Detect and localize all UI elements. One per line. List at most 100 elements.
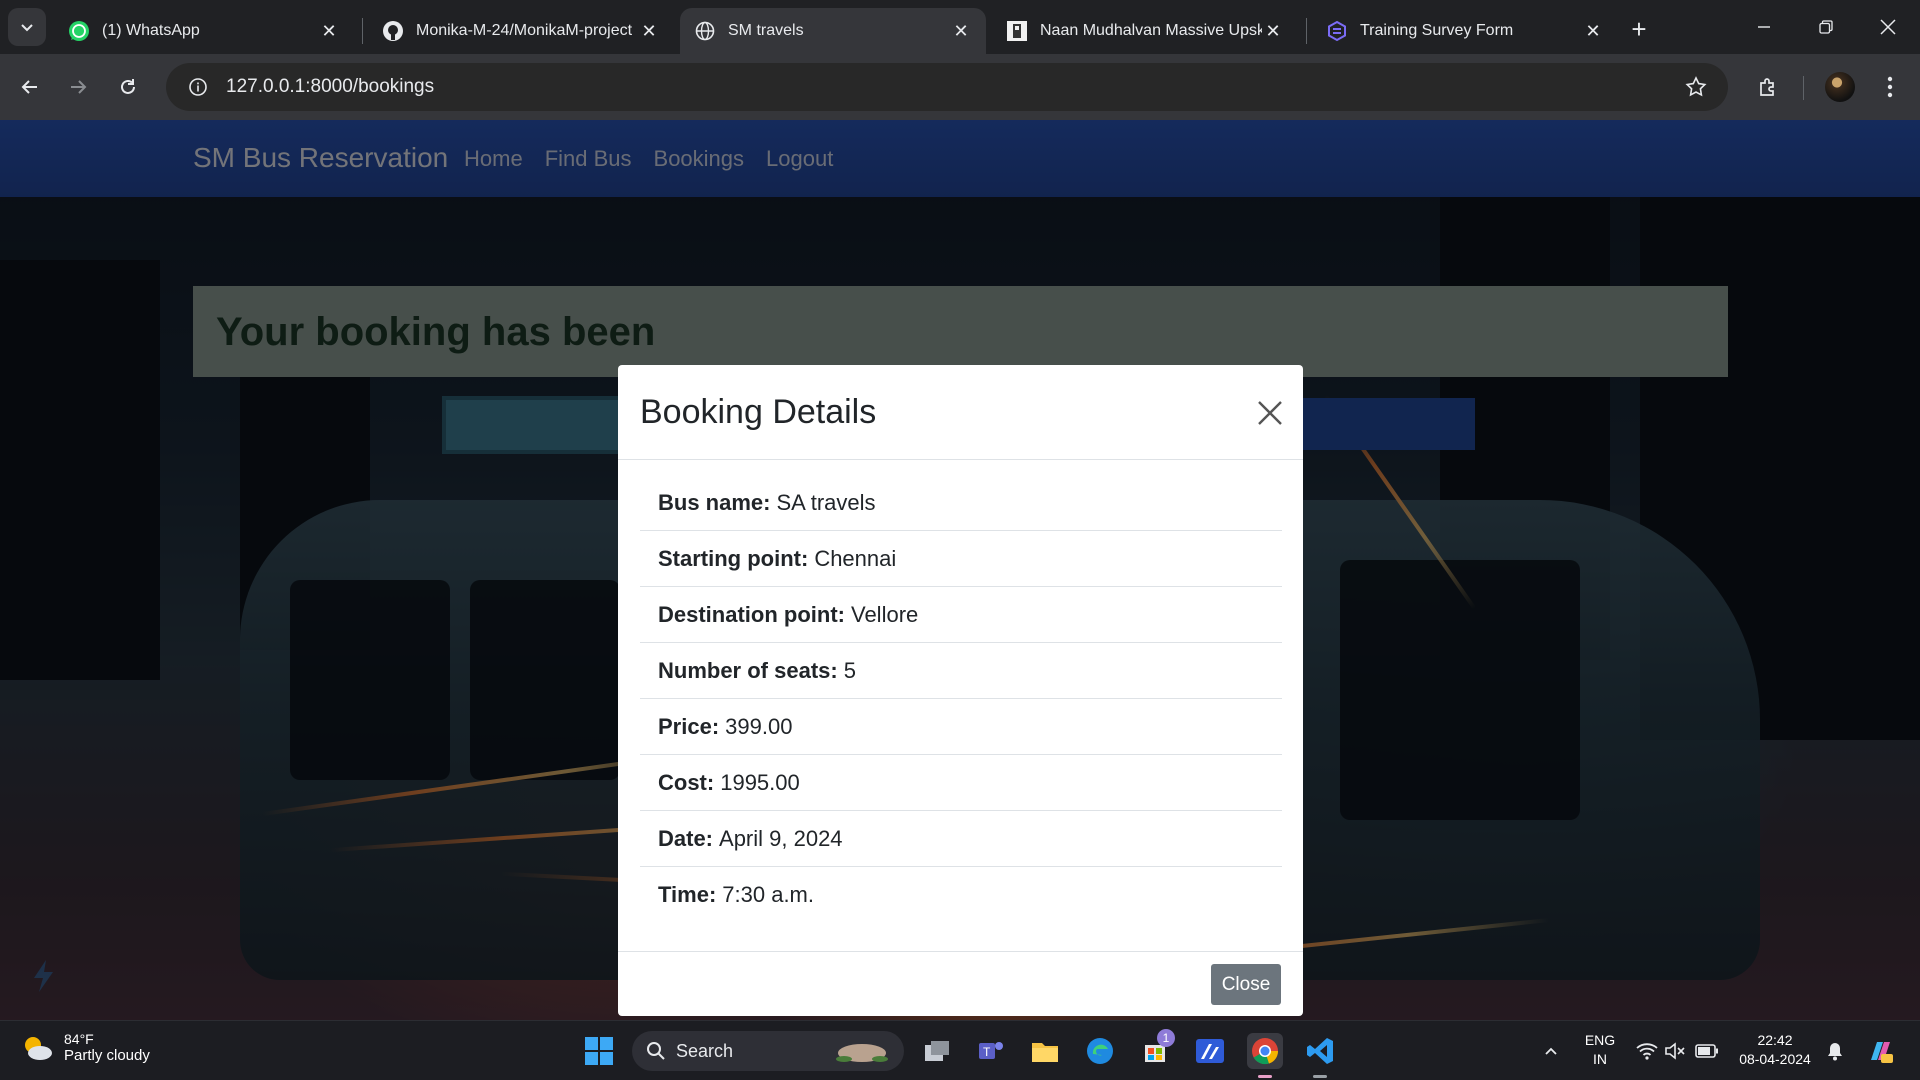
detail-label: Number of seats: bbox=[658, 657, 838, 683]
vscode-button[interactable] bbox=[1302, 1033, 1338, 1069]
tab-title: Naan Mudhalvan Massive Upski bbox=[1040, 22, 1262, 39]
close-icon[interactable]: ✕ bbox=[638, 20, 660, 42]
taskbar: 84°F Partly cloudy Search T 1 ENG IN 22:… bbox=[0, 1020, 1920, 1080]
close-icon bbox=[1880, 19, 1896, 35]
naan-mudhalvan-icon bbox=[1006, 20, 1028, 42]
edge-button[interactable] bbox=[1082, 1033, 1118, 1069]
weather-temp: 84°F bbox=[64, 1031, 94, 1047]
weather-widget[interactable]: 84°F Partly cloudy bbox=[20, 1031, 150, 1064]
detail-label: Starting point: bbox=[658, 545, 809, 571]
notification-bell-icon[interactable] bbox=[1820, 1033, 1850, 1069]
show-hidden-icons-button[interactable] bbox=[1536, 1033, 1566, 1069]
forward-button[interactable] bbox=[58, 67, 98, 107]
detail-price: Price: 399.00 bbox=[640, 699, 1282, 755]
edge-icon bbox=[1087, 1038, 1113, 1064]
survey-form-icon bbox=[1326, 20, 1348, 42]
close-icon[interactable]: ✕ bbox=[1582, 20, 1604, 42]
booking-details-list: Bus name: SA travels Starting point: Chenn… bbox=[640, 475, 1282, 923]
copilot-icon bbox=[1871, 1042, 1893, 1063]
teams-button[interactable]: T bbox=[973, 1033, 1009, 1069]
tab-title: (1) WhatsApp bbox=[102, 22, 200, 39]
chrome-icon bbox=[1252, 1038, 1279, 1065]
whatsapp-icon bbox=[68, 20, 90, 42]
close-icon[interactable]: ✕ bbox=[318, 20, 340, 42]
taskbar-search[interactable]: Search bbox=[632, 1031, 904, 1071]
url-text[interactable]: 127.0.0.1:8000/bookings bbox=[226, 76, 434, 98]
modal-close-x-button[interactable] bbox=[1252, 395, 1288, 431]
tab-title: Monika-M-24/MonikaM-project bbox=[416, 22, 633, 39]
restore-button[interactable] bbox=[1796, 0, 1856, 54]
copilot-button[interactable] bbox=[1862, 1033, 1898, 1069]
site-info-icon[interactable] bbox=[174, 63, 222, 111]
wifi-icon[interactable] bbox=[1632, 1033, 1662, 1069]
partly-cloudy-icon bbox=[20, 1033, 54, 1063]
avatar bbox=[1825, 72, 1855, 102]
windows-logo-icon bbox=[585, 1037, 613, 1065]
close-icon[interactable]: ✕ bbox=[1262, 20, 1284, 42]
tab-naan-mudhalvan[interactable]: Naan Mudhalvan Massive Upski ✕ bbox=[992, 8, 1298, 54]
detail-date: Date: April 9, 2024 bbox=[640, 811, 1282, 867]
file-explorer-button[interactable] bbox=[1027, 1033, 1063, 1069]
task-view-button[interactable] bbox=[919, 1033, 955, 1069]
detail-value: 1995.00 bbox=[720, 769, 800, 795]
reload-icon bbox=[121, 79, 135, 94]
tab-whatsapp[interactable]: (1) WhatsApp ✕ bbox=[54, 8, 354, 54]
tab-training-survey[interactable]: Training Survey Form ✕ bbox=[1312, 8, 1618, 54]
start-button[interactable] bbox=[581, 1033, 617, 1069]
detail-destination-point: Destination point: Vellore bbox=[640, 587, 1282, 643]
profile-button[interactable] bbox=[1820, 67, 1860, 107]
volume-muted-icon[interactable] bbox=[1660, 1033, 1690, 1069]
tab-github[interactable]: Monika-M-24/MonikaM-project ✕ bbox=[368, 8, 674, 54]
tab-title: SM travels bbox=[728, 22, 804, 39]
language-line1: ENG bbox=[1584, 1032, 1616, 1048]
chrome-button[interactable] bbox=[1247, 1033, 1283, 1069]
clock-time: 22:42 bbox=[1757, 1032, 1793, 1048]
vscode-icon bbox=[1307, 1038, 1333, 1064]
search-icon bbox=[647, 1042, 665, 1060]
search-highlight-image bbox=[836, 1044, 888, 1062]
detail-starting-point: Starting point: Chennai bbox=[640, 531, 1282, 587]
clock-date: 08-04-2024 bbox=[1739, 1051, 1811, 1067]
window-close-button[interactable] bbox=[1858, 0, 1918, 54]
detail-label: Bus name: bbox=[658, 489, 771, 515]
minimize-button[interactable] bbox=[1734, 0, 1794, 54]
teams-icon: T bbox=[979, 1042, 1003, 1059]
close-button[interactable]: Close bbox=[1211, 964, 1281, 1005]
address-bar[interactable]: 127.0.0.1:8000/bookings bbox=[166, 63, 1728, 111]
bookmark-star-icon[interactable] bbox=[1682, 73, 1710, 101]
notification-badge: 1 bbox=[1157, 1029, 1175, 1047]
language-line2: IN bbox=[1593, 1051, 1607, 1067]
detail-value: 7:30 a.m. bbox=[722, 882, 814, 907]
folder-icon bbox=[1032, 1043, 1058, 1062]
minimize-icon bbox=[1758, 26, 1770, 28]
detail-number-of-seats: Number of seats: 5 bbox=[640, 643, 1282, 699]
reload-button[interactable] bbox=[108, 67, 148, 107]
app-button[interactable] bbox=[1192, 1033, 1228, 1069]
close-icon[interactable]: ✕ bbox=[950, 20, 972, 42]
extensions-button[interactable] bbox=[1748, 67, 1788, 107]
detail-cost: Cost: 1995.00 bbox=[640, 755, 1282, 811]
weather-desc: Partly cloudy bbox=[64, 1047, 150, 1064]
detail-value: SA travels bbox=[776, 489, 876, 515]
detail-value: April 9, 2024 bbox=[719, 825, 843, 851]
tab-search-button[interactable] bbox=[8, 8, 46, 46]
store-button[interactable]: 1 bbox=[1137, 1029, 1175, 1069]
detail-label: Cost: bbox=[658, 769, 715, 795]
clock[interactable]: 22:42 08-04-2024 bbox=[1730, 1031, 1820, 1069]
back-button[interactable] bbox=[10, 67, 50, 107]
active-app-indicator bbox=[1258, 1075, 1272, 1078]
globe-icon bbox=[694, 20, 716, 42]
detail-label: Price: bbox=[658, 713, 720, 739]
new-tab-button[interactable]: + bbox=[1622, 12, 1656, 46]
browser-toolbar: 127.0.0.1:8000/bookings bbox=[0, 54, 1920, 120]
github-icon bbox=[382, 20, 404, 42]
tab-sm-travels[interactable]: SM travels ✕ bbox=[680, 8, 986, 54]
menu-button[interactable] bbox=[1870, 67, 1910, 107]
tab-separator bbox=[362, 18, 363, 44]
detail-label: Date: bbox=[658, 825, 714, 851]
running-app-indicator bbox=[1313, 1075, 1327, 1078]
toolbar-separator bbox=[1803, 76, 1804, 100]
app-icon bbox=[1196, 1039, 1224, 1063]
language-indicator[interactable]: ENG IN bbox=[1580, 1031, 1620, 1069]
battery-icon[interactable] bbox=[1692, 1033, 1722, 1069]
